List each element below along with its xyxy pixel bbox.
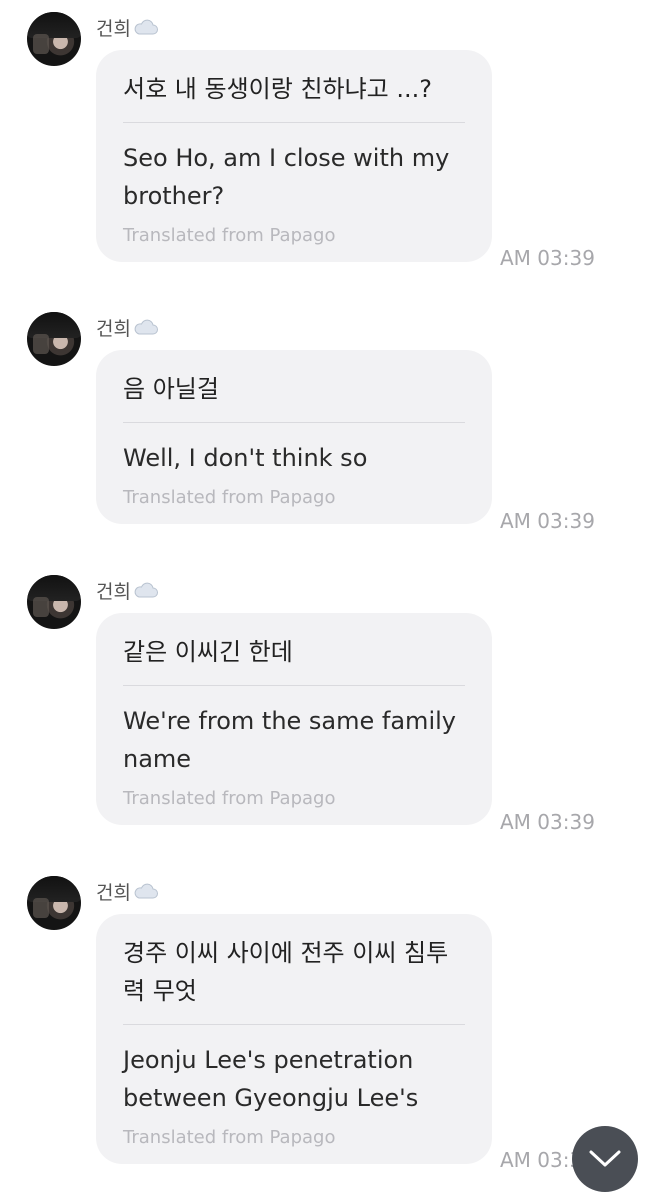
translated-text: We're from the same family name bbox=[123, 707, 456, 773]
original-text: 음 아닐걸 bbox=[123, 375, 219, 403]
sender-name: 건희 bbox=[96, 314, 159, 341]
avatar[interactable] bbox=[27, 312, 81, 366]
sender-label: 건희 bbox=[96, 18, 131, 40]
original-text: 서호 내 동생이랑 친하냐고 ...? bbox=[123, 75, 433, 103]
cloud-icon bbox=[134, 883, 158, 898]
avatar[interactable] bbox=[27, 12, 81, 66]
sender-label: 건희 bbox=[96, 882, 131, 904]
avatar[interactable] bbox=[27, 575, 81, 629]
timestamp: AM 03:39 bbox=[500, 509, 595, 533]
translation-credit: Translated from Papago bbox=[123, 788, 336, 809]
original-text: 경주 이씨 사이에 전주 이씨 침투력 무엇 bbox=[123, 939, 449, 1005]
sender-label: 건희 bbox=[96, 581, 131, 603]
scroll-to-bottom-button[interactable] bbox=[572, 1126, 638, 1192]
message-bubble[interactable]: 경주 이씨 사이에 전주 이씨 침투력 무엇 Jeonju Lee's pene… bbox=[96, 914, 492, 1164]
timestamp: AM 03:39 bbox=[500, 810, 595, 834]
translated-text: Seo Ho, am I close with my brother? bbox=[123, 144, 450, 210]
translated-text: Well, I don't think so bbox=[123, 444, 368, 472]
sender-label: 건희 bbox=[96, 318, 131, 340]
message-bubble[interactable]: 음 아닐걸 Well, I don't think so Translated … bbox=[96, 350, 492, 524]
message-bubble[interactable]: 서호 내 동생이랑 친하냐고 ...? Seo Ho, am I close w… bbox=[96, 50, 492, 262]
chevron-down-icon bbox=[589, 1150, 621, 1167]
original-text: 같은 이씨긴 한데 bbox=[123, 638, 293, 666]
sender-name: 건희 bbox=[96, 14, 159, 41]
cloud-icon bbox=[134, 582, 158, 597]
cloud-icon bbox=[134, 19, 158, 34]
translation-credit: Translated from Papago bbox=[123, 1127, 336, 1148]
chat-view[interactable]: 건희 서호 내 동생이랑 친하냐고 ...? Seo Ho, am I clos… bbox=[0, 0, 665, 1200]
avatar[interactable] bbox=[27, 876, 81, 930]
sender-name: 건희 bbox=[96, 878, 159, 905]
timestamp: AM 03:39 bbox=[500, 246, 595, 270]
sender-name: 건희 bbox=[96, 577, 159, 604]
translated-text: Jeonju Lee's penetration between Gyeongj… bbox=[123, 1046, 419, 1112]
translation-credit: Translated from Papago bbox=[123, 225, 336, 246]
message-bubble[interactable]: 같은 이씨긴 한데 We're from the same family nam… bbox=[96, 613, 492, 825]
translation-credit: Translated from Papago bbox=[123, 487, 336, 508]
cloud-icon bbox=[134, 319, 158, 334]
